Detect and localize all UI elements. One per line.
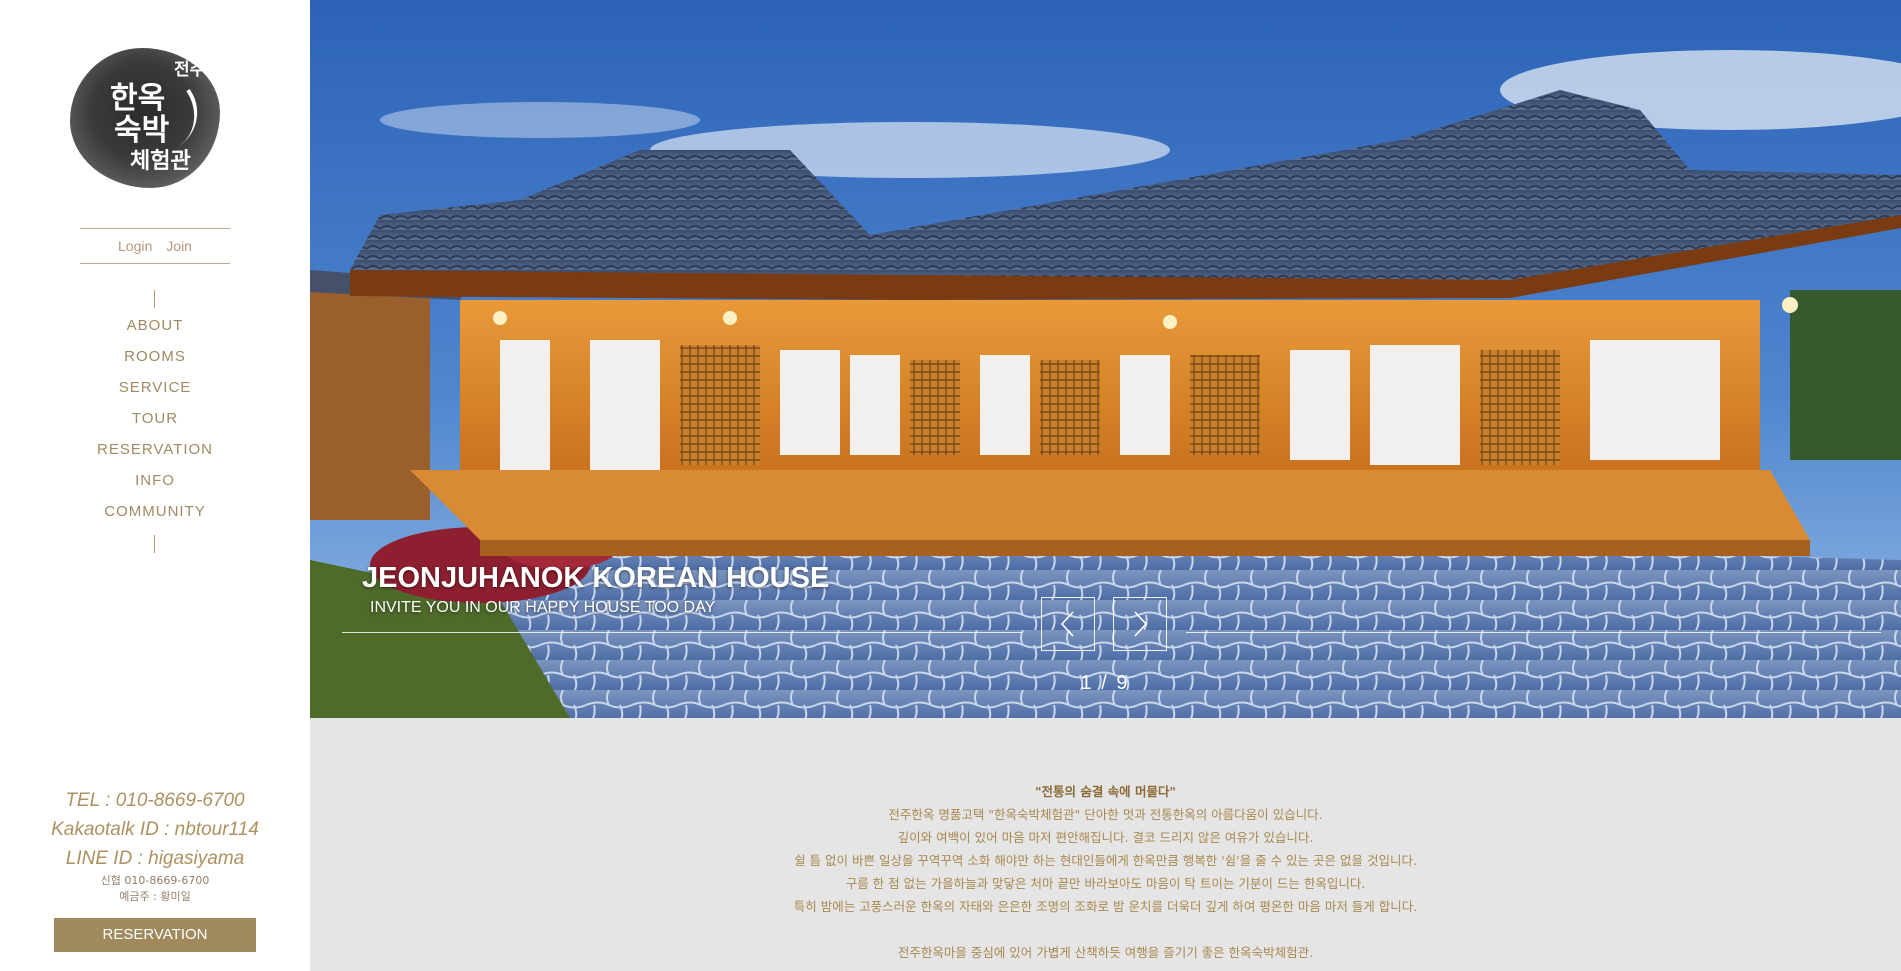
intro-line: 전주한옥 명품고택 "한옥숙박체험관" 단아한 멋과 전통한옥의 아름다움이 있… — [888, 807, 1323, 822]
intro-line: 쉴 틈 없이 바쁜 일상을 꾸역꾸역 소화 해야만 하는 현대인들에게 한옥만큼… — [794, 853, 1417, 868]
nav-item-service[interactable]: SERVICE — [0, 376, 310, 407]
slide-counter: 1 / 9 — [1080, 672, 1130, 694]
auth-bar: Login Join — [80, 228, 230, 264]
nav-item-reservation[interactable]: RESERVATION — [0, 438, 310, 469]
intro-section: "전통의 숨결 속에 머물다" 전주한옥 명품고택 "한옥숙박체험관" 단아한 … — [310, 718, 1901, 971]
logo-text-hanok: 한옥 — [110, 81, 166, 116]
intro-line: 구름 한 점 없는 가을하늘과 맞닿은 처마 끝만 바라보아도 마음이 탁 트이… — [845, 876, 1366, 891]
site-logo[interactable]: 전주 한옥 숙박 체험관 — [70, 48, 220, 188]
contact-tel: TEL : 010-8669-6700 — [65, 790, 245, 811]
chevron-right-icon — [1134, 611, 1148, 637]
intro-spacer — [310, 918, 1901, 941]
intro-heading: "전통의 숨결 속에 머물다" — [1034, 784, 1177, 799]
join-link[interactable]: Join — [166, 238, 192, 254]
intro-text: "전통의 숨결 속에 머물다" 전주한옥 명품고택 "한옥숙박체험관" 단아한 … — [310, 780, 1901, 964]
main-nav: ABOUT ROOMS SERVICE TOUR RESERVATION INF… — [0, 314, 310, 531]
login-link[interactable]: Login — [118, 238, 152, 254]
nav-item-info[interactable]: INFO — [0, 469, 310, 500]
hero-subtitle: INVITE YOU IN OUR HAPPY HOUSE TOO DAY — [370, 599, 716, 616]
intro-line: 특히 밤에는 고풍스러운 한옥의 자태와 은은한 조명의 조화로 밤 운치를 더… — [793, 899, 1418, 914]
hero-slider: JEONJUHANOK KOREAN HOUSE INVITE YOU IN O… — [310, 0, 1901, 718]
nav-item-community[interactable]: COMMUNITY — [0, 500, 310, 531]
slide-next-button[interactable] — [1113, 597, 1167, 651]
intro-line: 전주한옥마을 중심에 있어 가볍게 산책하듯 여행을 즐기기 좋은 한옥숙박체험… — [897, 945, 1314, 960]
nav-divider-top — [154, 290, 155, 308]
slide-prev-button[interactable] — [1041, 597, 1095, 651]
contact-kakao: Kakaotalk ID : nbtour114 — [51, 819, 259, 840]
contact-line: LINE ID : higasiyama — [65, 848, 245, 869]
logo-text-chehumgwan: 체험관 — [130, 148, 191, 174]
sidebar: 전주 한옥 숙박 체험관 Login Join ABOUT ROOMS SERV… — [0, 0, 310, 971]
contact-bank: 신협 010-8669-6700 — [100, 874, 210, 887]
hero-divider-right — [1186, 632, 1881, 633]
nav-item-about[interactable]: ABOUT — [0, 314, 310, 345]
logo-text-jeonju: 전주 — [174, 60, 206, 80]
contact-info: TEL : 010-8669-6700 Kakaotalk ID : nbtou… — [0, 786, 310, 905]
hero-title: JEONJUHANOK KOREAN HOUSE — [362, 562, 830, 594]
chevron-left-icon — [1060, 611, 1074, 637]
logo-text-sukbak: 숙박 — [114, 113, 170, 148]
nav-item-rooms[interactable]: ROOMS — [0, 345, 310, 376]
contact-holder: 예금주 : 황미일 — [119, 890, 191, 903]
nav-divider-bottom — [154, 535, 155, 553]
intro-line: 깊이와 여백이 있어 마음 마저 편안해집니다. 결코 드리지 않은 여유가 있… — [897, 830, 1314, 845]
hero-divider-left — [342, 632, 1022, 633]
nav-item-tour[interactable]: TOUR — [0, 407, 310, 438]
reservation-button[interactable]: RESERVATION — [54, 918, 256, 952]
